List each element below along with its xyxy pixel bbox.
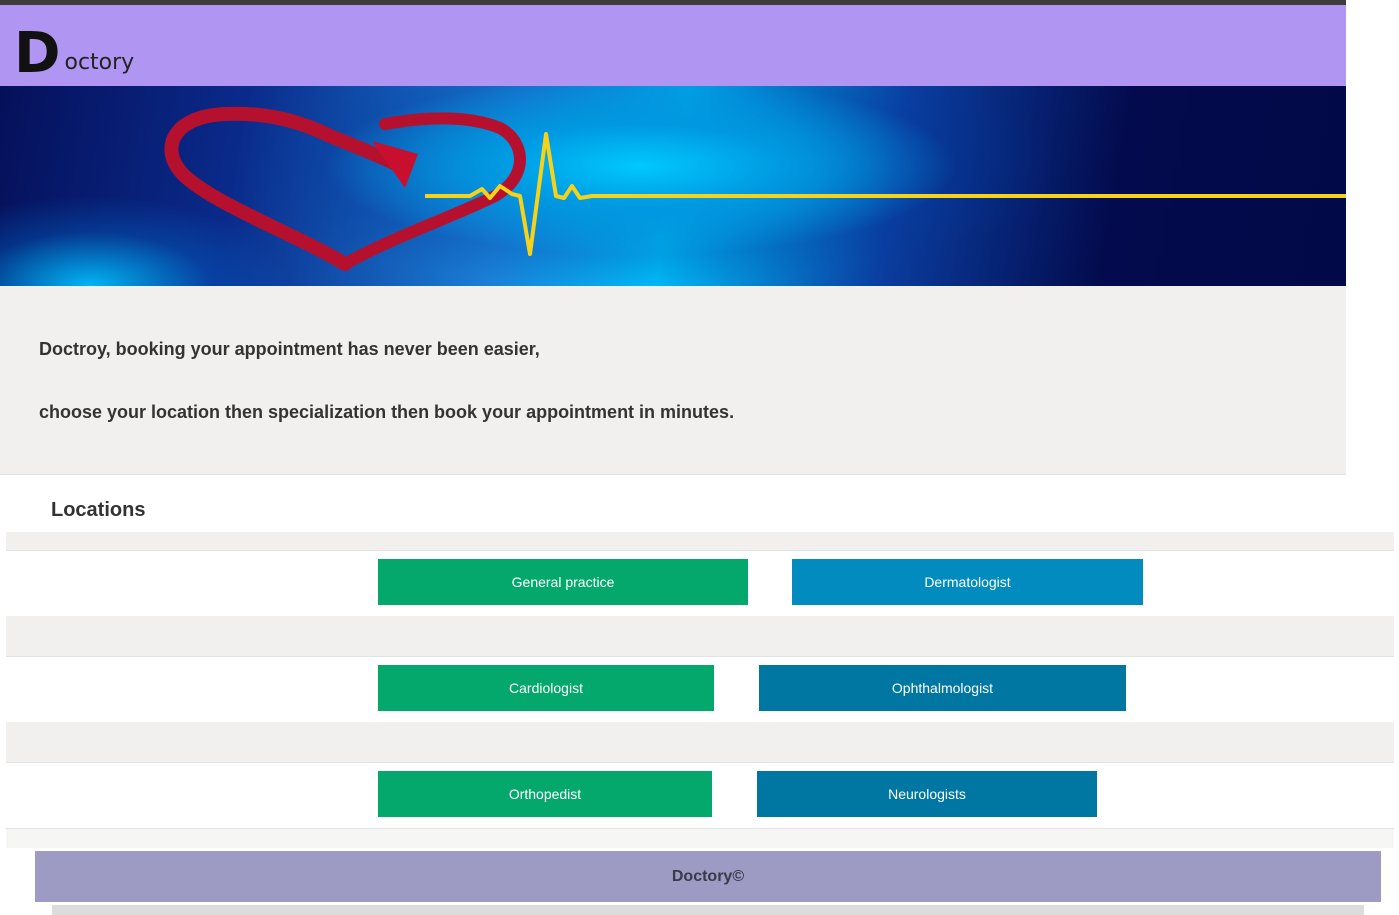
logo-initial: D [14, 21, 61, 86]
intro-section: Doctroy, booking your appointment has ne… [0, 286, 1346, 475]
horizontal-scrollbar[interactable] [52, 905, 1364, 915]
dermatologist-button[interactable]: Dermatologist [792, 559, 1143, 605]
intro-line-1: Doctroy, booking your appointment has ne… [39, 339, 540, 359]
neurologists-button[interactable]: Neurologists [757, 771, 1097, 817]
table-row-separator [6, 532, 1394, 551]
site-logo[interactable]: D octory [14, 21, 135, 86]
heart-arrow-icon [164, 106, 526, 271]
site-footer: Doctory© [35, 851, 1381, 902]
heartbeat-line-icon [425, 132, 1346, 256]
hero-banner [0, 86, 1346, 286]
general-practice-button[interactable]: General practice [378, 559, 748, 605]
table-row-separator [6, 722, 1394, 763]
table-row-separator [6, 829, 1394, 848]
footer-text: Doctory© [671, 868, 745, 885]
logo-text: octory [64, 50, 135, 75]
orthopedist-button[interactable]: Orthopedist [378, 771, 712, 817]
site-header: D octory [0, 5, 1346, 86]
table-row-separator [6, 616, 1394, 657]
locations-title: Locations [51, 499, 146, 521]
cardiologist-button[interactable]: Cardiologist [378, 665, 714, 711]
intro-line-2: choose your location then specialization… [39, 402, 735, 422]
ophthalmologist-button[interactable]: Ophthalmologist [759, 665, 1126, 711]
